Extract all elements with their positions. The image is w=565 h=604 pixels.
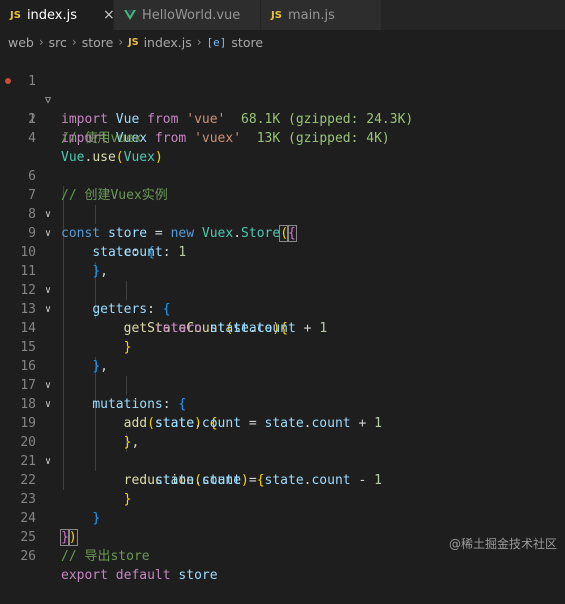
tab-index-js[interactable]: JS index.js × — [0, 0, 115, 30]
line-number: 26 — [20, 549, 36, 564]
variable-symbol-icon: [e] — [206, 35, 227, 49]
javascript-file-icon: JS — [10, 9, 21, 21]
close-icon[interactable]: × — [103, 7, 115, 23]
code-line: 19 }, — [0, 395, 565, 450]
code-line: 1 ▽ import Vue from 'vue' 68.1K (gzipped… — [0, 53, 565, 127]
tab-label: index.js — [26, 7, 78, 23]
code-line: 14 } — [0, 300, 565, 355]
breadcrumb-item-web[interactable]: web — [8, 35, 34, 50]
watermark: @稀土掘金技术社区 — [449, 535, 557, 552]
code-line: 15 }, — [0, 319, 565, 374]
editor-tab-bar: JS index.js × HelloWorld.vue JS main.js — [0, 0, 565, 30]
line-number: 4 — [28, 131, 36, 146]
vue-file-icon — [124, 9, 136, 21]
code-line: 25 // 导出store — [0, 509, 565, 564]
code-editor[interactable]: 1 ▽ import Vue from 'vue' 68.1K (gzipped… — [0, 53, 565, 583]
tab-main-js[interactable]: JS main.js — [261, 0, 565, 30]
chevron-right-icon: › — [118, 35, 124, 49]
code-line: 4 Vue.use(Vuex) — [0, 110, 565, 165]
code-line: 16 ∨ mutations: { — [0, 338, 565, 412]
tab-helloworld-vue[interactable]: HelloWorld.vue — [114, 0, 261, 30]
code-line: 13 return state.count + 1 — [0, 281, 565, 336]
code-line: 2 // 使用vuex — [0, 91, 565, 146]
tab-label: main.js — [287, 7, 335, 23]
import-cost-hint: 13K (gzipped: 4K) — [256, 131, 390, 146]
tab-label: HelloWorld.vue — [142, 7, 241, 23]
breakpoint-dot-icon[interactable] — [5, 78, 11, 84]
code-line: 11 ∨ getters: { — [0, 243, 565, 317]
code-line: 12 ∨ getStateCount(state){ — [0, 262, 565, 336]
line-content: // 使用vuex — [61, 131, 142, 146]
code-line: 22 } — [0, 452, 565, 507]
chevron-right-icon: › — [196, 35, 202, 49]
breadcrumb-item-store[interactable]: store — [82, 35, 114, 50]
chevron-right-icon: › — [38, 35, 44, 49]
code-line: 7 ∨ const store = new Vuex.Store({ — [0, 167, 565, 242]
line-content: export default store — [61, 568, 218, 583]
breadcrumb-item-symbol[interactable]: store — [231, 35, 263, 50]
code-line: 17 ∨ add(state) { — [0, 357, 565, 431]
code-line: 8 ∨ state: { — [0, 186, 565, 260]
javascript-file-icon: JS — [271, 9, 282, 21]
code-line: 21 state.count = state.count - 1 — [0, 433, 565, 488]
code-line: 6 // 创建Vuex实例 — [0, 148, 565, 203]
code-line: 20 ∨ reduction(state) { — [0, 414, 565, 488]
code-line: 23 } — [0, 471, 565, 526]
code-line: 24 }) — [0, 490, 565, 546]
breadcrumb-item-file[interactable]: index.js — [144, 35, 192, 50]
breadcrumb-item-src[interactable]: src — [49, 35, 67, 50]
code-line: 10 }, — [0, 224, 565, 279]
javascript-file-icon: JS — [128, 36, 139, 48]
chevron-right-icon: › — [71, 35, 77, 49]
code-line: 9 count: 1 — [0, 205, 565, 260]
code-line: 18 state.count = state.count + 1 — [0, 376, 565, 431]
code-line: 1 import Vuex from 'vuex' 13K (gzipped: … — [0, 72, 565, 146]
breadcrumb: web › src › store › JS index.js › [e] st… — [0, 30, 565, 54]
line-content: // 导出store — [61, 549, 150, 564]
watermark-text: @稀土掘金技术社区 — [448, 537, 557, 551]
